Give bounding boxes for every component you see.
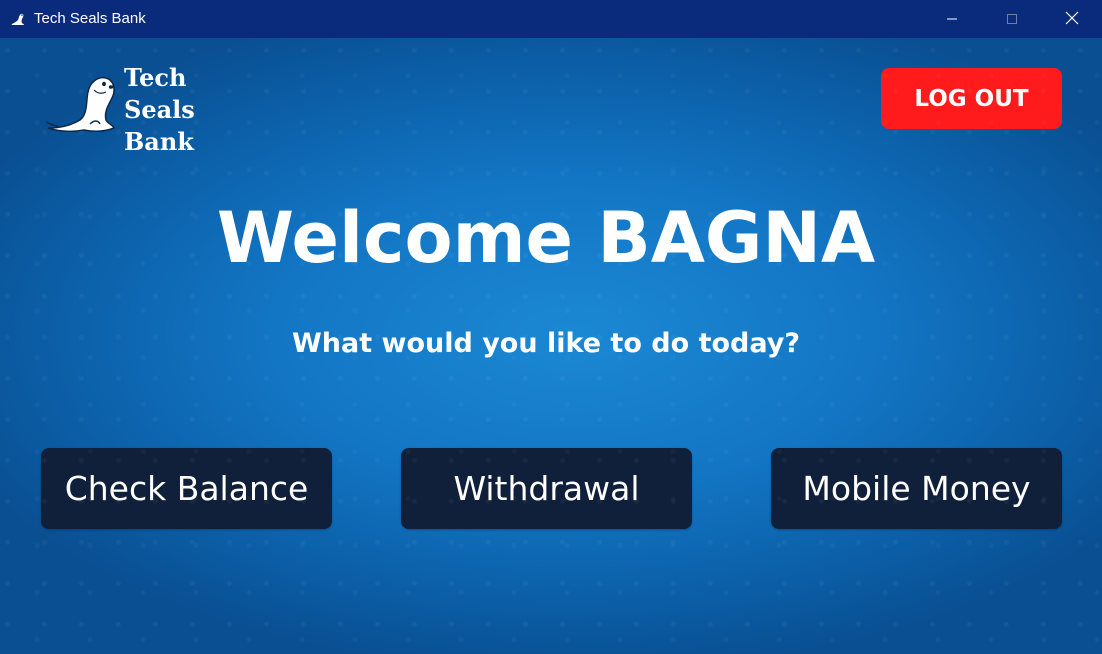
window-controls — [922, 0, 1102, 38]
welcome-heading: Welcome BAGNA — [216, 197, 876, 279]
minimize-button[interactable] — [922, 0, 982, 38]
title-bar[interactable]: Tech Seals Bank — [0, 0, 1102, 38]
logo-text: Tech Seals Bank — [124, 62, 195, 158]
prompt-subtitle: What would you like to do today? — [291, 328, 801, 359]
logo-line-3: Bank — [124, 127, 194, 156]
minimize-icon — [946, 10, 958, 29]
bank-logo: Tech Seals Bank — [44, 62, 195, 158]
withdrawal-button[interactable]: Withdrawal — [401, 448, 692, 529]
maximize-button[interactable] — [982, 0, 1042, 38]
logo-line-2: Seals — [124, 95, 195, 124]
close-button[interactable] — [1042, 0, 1102, 38]
seal-icon — [10, 11, 26, 27]
app-window: Tech Seals Bank Tech Seals Bank LOG OUT … — [0, 0, 1102, 654]
maximize-icon — [1006, 10, 1018, 29]
seal-logo-icon — [44, 70, 118, 134]
check-balance-button[interactable]: Check Balance — [41, 448, 332, 529]
logout-button[interactable]: LOG OUT — [881, 68, 1062, 129]
main-content: Tech Seals Bank LOG OUT Welcome BAGNA Wh… — [0, 38, 1102, 654]
window-title: Tech Seals Bank — [34, 10, 146, 27]
close-icon — [1065, 10, 1079, 29]
logo-line-1: Tech — [124, 63, 187, 92]
mobile-money-button[interactable]: Mobile Money — [771, 448, 1062, 529]
